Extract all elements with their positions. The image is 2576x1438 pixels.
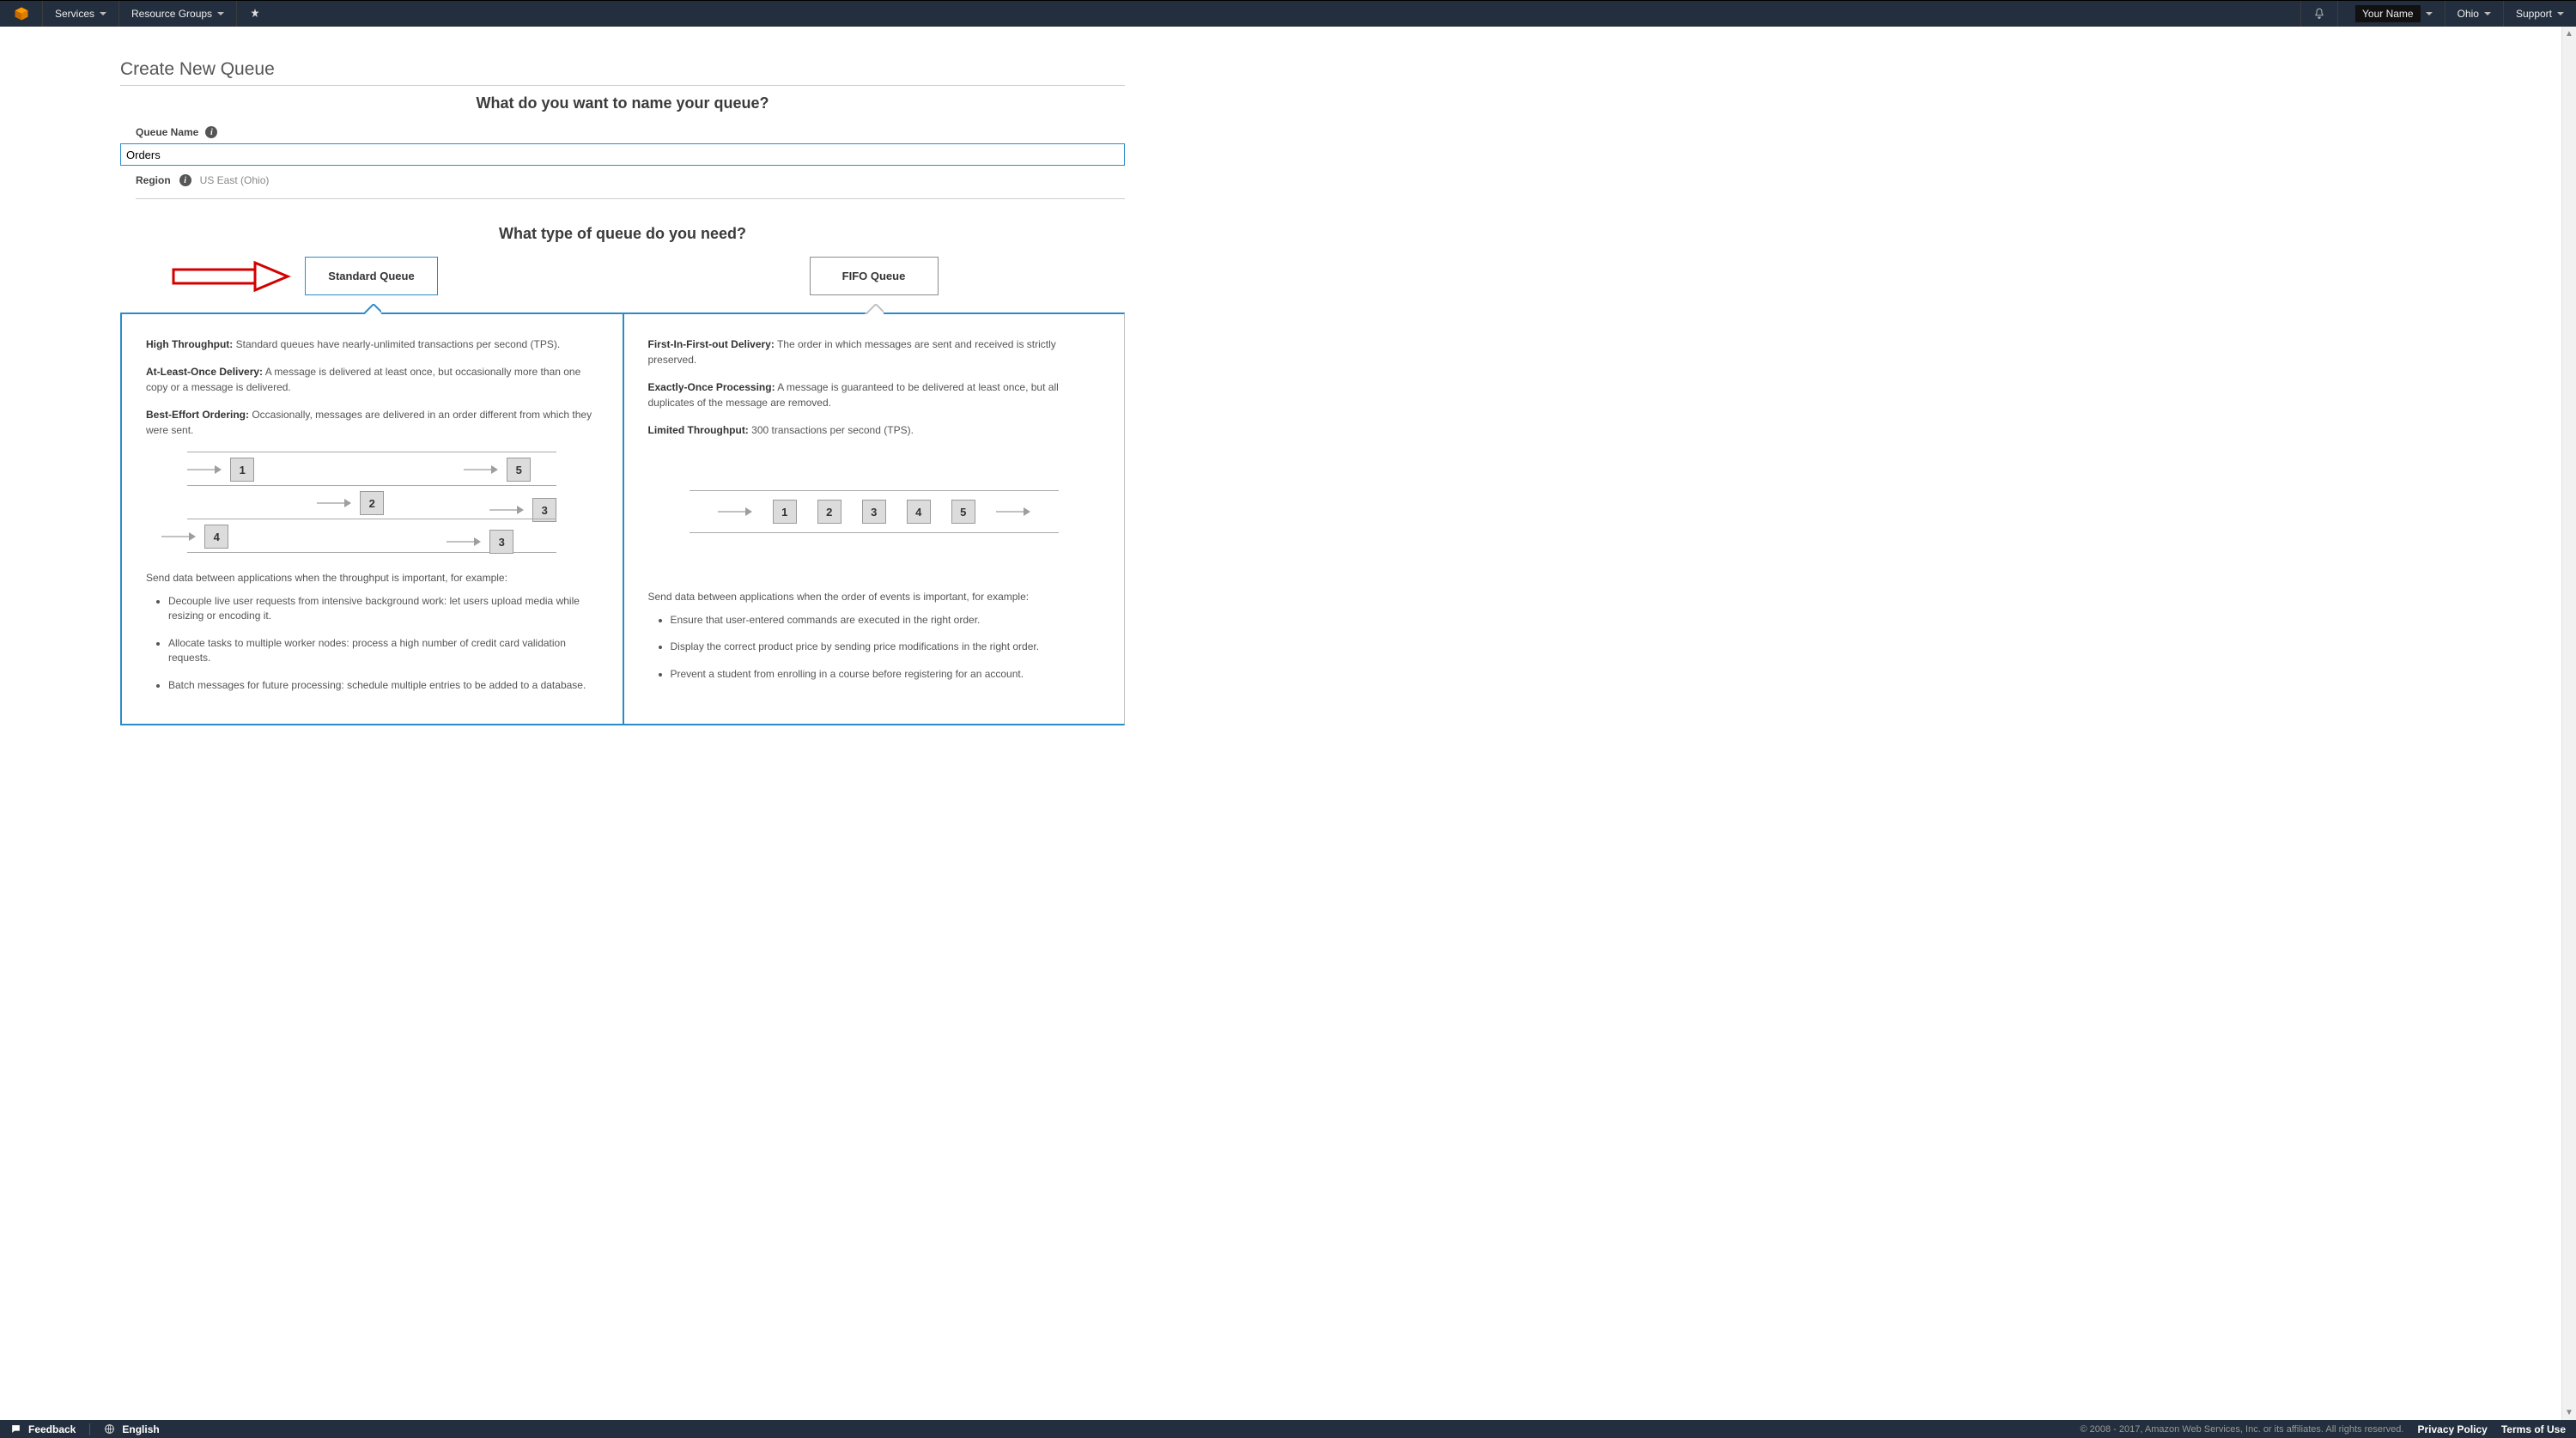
message-box: 3 xyxy=(489,530,513,554)
account-menu[interactable]: Your Name xyxy=(2337,1,2445,27)
type-question: What type of queue do you need? xyxy=(120,225,1125,243)
info-icon[interactable]: i xyxy=(179,174,191,186)
pin-button[interactable] xyxy=(237,1,273,27)
list-item: Decouple live user requests from intensi… xyxy=(168,594,598,624)
std-usage: Send data between applications when the … xyxy=(146,572,598,584)
list-item: Batch messages for future processing: sc… xyxy=(168,678,598,693)
page-title: Create New Queue xyxy=(120,59,1125,86)
region-label: Ohio xyxy=(2458,8,2479,20)
cube-icon xyxy=(14,6,29,21)
message-box: 3 xyxy=(862,500,886,524)
message-box: 4 xyxy=(907,500,931,524)
account-label: Your Name xyxy=(2355,5,2421,22)
fifo-diagram: 1 2 3 4 5 xyxy=(648,452,1101,572)
main-content: Create New Queue What do you want to nam… xyxy=(0,27,1245,777)
globe-icon xyxy=(104,1423,115,1435)
scroll-up-icon[interactable]: ▲ xyxy=(2562,27,2576,41)
fifo-pt3-b: Limited Throughput: xyxy=(648,424,749,436)
privacy-link[interactable]: Privacy Policy xyxy=(2417,1423,2487,1435)
std-pt3-b: Best-Effort Ordering: xyxy=(146,409,249,421)
standard-diagram: 1 5 2 3 4 3 xyxy=(146,452,598,553)
pointer-icon xyxy=(362,304,381,314)
arrow-icon xyxy=(489,507,524,513)
top-nav: Services Resource Groups Your Name Ohio … xyxy=(0,0,2576,27)
chevron-down-icon xyxy=(217,12,224,15)
resource-groups-menu[interactable]: Resource Groups xyxy=(119,1,237,27)
message-box: 5 xyxy=(507,458,531,482)
chevron-down-icon xyxy=(2557,12,2564,15)
list-item: Allocate tasks to multiple worker nodes:… xyxy=(168,636,598,666)
arrow-icon xyxy=(464,466,498,473)
message-box: 5 xyxy=(951,500,975,524)
fifo-usage: Send data between applications when the … xyxy=(648,591,1101,603)
arrow-icon xyxy=(447,538,481,545)
message-box: 2 xyxy=(360,491,384,515)
region-menu[interactable]: Ohio xyxy=(2445,1,2503,27)
queue-name-label: Queue Name xyxy=(136,126,198,138)
services-menu[interactable]: Services xyxy=(43,1,119,27)
bell-icon xyxy=(2313,8,2325,20)
resource-groups-label: Resource Groups xyxy=(131,8,212,20)
chat-icon xyxy=(10,1423,21,1435)
arrow-icon xyxy=(718,508,752,515)
message-box: 2 xyxy=(817,500,841,524)
list-item: Prevent a student from enrolling in a co… xyxy=(671,667,1101,682)
arrow-icon xyxy=(996,508,1030,515)
scroll-down-icon[interactable]: ▼ xyxy=(2562,1405,2576,1420)
divider xyxy=(89,1423,90,1435)
arrow-icon xyxy=(317,500,351,507)
std-pt2-b: At-Least-Once Delivery: xyxy=(146,366,263,378)
message-box: 1 xyxy=(230,458,254,482)
chevron-down-icon xyxy=(100,12,106,15)
support-label: Support xyxy=(2516,8,2552,20)
standard-queue-button[interactable]: Standard Queue xyxy=(305,257,437,295)
fifo-bullets: Ensure that user-entered commands are ex… xyxy=(648,613,1101,682)
services-label: Services xyxy=(55,8,94,20)
language-link[interactable]: English xyxy=(122,1423,159,1435)
standard-panel: High Throughput: Standard queues have ne… xyxy=(122,314,623,724)
support-menu[interactable]: Support xyxy=(2503,1,2576,27)
name-question: What do you want to name your queue? xyxy=(120,94,1125,112)
fifo-pt1-b: First-In-First-out Delivery: xyxy=(648,338,775,350)
fifo-panel: First-In-First-out Delivery: The order i… xyxy=(623,314,1125,724)
message-box: 1 xyxy=(773,500,797,524)
std-pt1-t: Standard queues have nearly-unlimited tr… xyxy=(233,338,560,350)
region-label: Region xyxy=(136,174,171,186)
terms-link[interactable]: Terms of Use xyxy=(2501,1423,2566,1435)
queue-type-panels: High Throughput: Standard queues have ne… xyxy=(120,312,1125,725)
aws-logo[interactable] xyxy=(0,1,43,27)
fifo-pt3-t: 300 transactions per second (TPS). xyxy=(749,424,914,436)
list-item: Display the correct product price by sen… xyxy=(671,640,1101,654)
info-icon[interactable]: i xyxy=(205,126,217,138)
chevron-down-icon xyxy=(2426,12,2433,15)
annotation-arrow xyxy=(172,259,292,294)
message-box: 4 xyxy=(204,525,228,549)
fifo-pt2-b: Exactly-Once Processing: xyxy=(648,381,775,393)
scrollbar[interactable]: ▲ ▼ xyxy=(2561,27,2576,1420)
std-bullets: Decouple live user requests from intensi… xyxy=(146,594,598,693)
notifications-button[interactable] xyxy=(2300,1,2337,27)
feedback-link[interactable]: Feedback xyxy=(28,1423,76,1435)
arrow-icon xyxy=(161,533,196,540)
copyright: © 2008 - 2017, Amazon Web Services, Inc.… xyxy=(2080,1424,2403,1435)
arrow-icon xyxy=(187,466,222,473)
footer-bar: Feedback English © 2008 - 2017, Amazon W… xyxy=(0,1420,2576,1438)
std-pt1-b: High Throughput: xyxy=(146,338,233,350)
queue-name-input[interactable] xyxy=(120,143,1125,166)
list-item: Ensure that user-entered commands are ex… xyxy=(671,613,1101,628)
region-value: US East (Ohio) xyxy=(200,174,270,186)
pin-icon xyxy=(249,8,261,20)
chevron-down-icon xyxy=(2484,12,2491,15)
pointer-icon xyxy=(865,304,884,314)
fifo-queue-button[interactable]: FIFO Queue xyxy=(810,257,939,295)
